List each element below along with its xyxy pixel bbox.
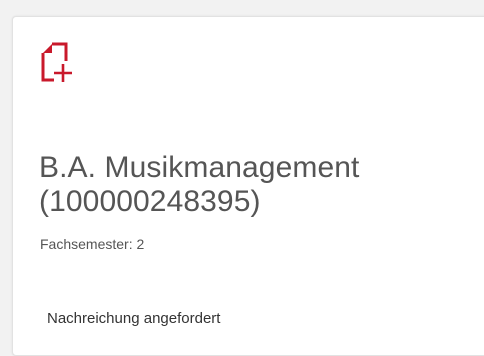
program-name: B.A. Musikmanagement bbox=[39, 151, 360, 184]
program-card[interactable]: B.A. Musikmanagement (100000248395) Fach… bbox=[12, 16, 484, 356]
document-add-icon bbox=[39, 41, 75, 83]
status-text: Nachreichung angefordert bbox=[47, 310, 221, 327]
program-id: (100000248395) bbox=[39, 185, 261, 218]
program-title: B.A. Musikmanagement (100000248395) bbox=[39, 151, 479, 219]
semester-label: Fachsemester: 2 bbox=[40, 236, 145, 252]
